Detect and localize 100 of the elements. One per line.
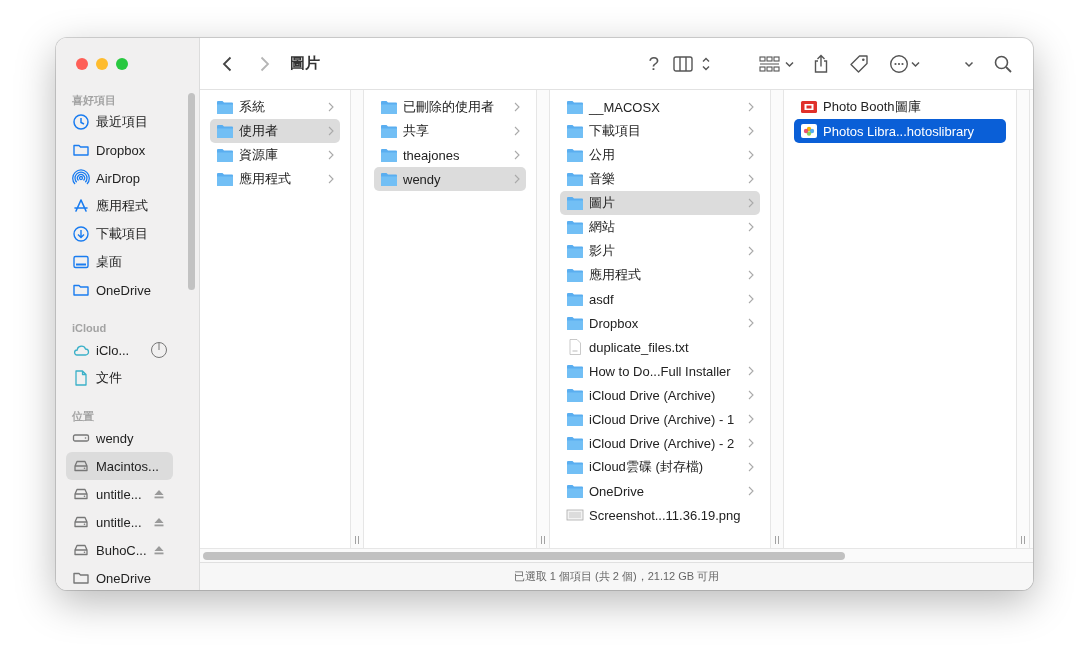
column-resize-handle[interactable] bbox=[540, 536, 546, 544]
file-row[interactable]: iCloud雲碟 (封存檔) bbox=[560, 455, 760, 479]
window-title: 圖片 bbox=[290, 54, 320, 73]
clock-icon bbox=[72, 113, 90, 131]
file-row[interactable]: How to Do...Full Installer bbox=[560, 359, 760, 383]
minimize-button[interactable] bbox=[96, 58, 108, 70]
sidebar-item[interactable]: 下載項目 bbox=[66, 220, 173, 248]
file-row[interactable]: 應用程式 bbox=[560, 263, 760, 287]
chevron-right-icon bbox=[748, 174, 754, 184]
folder-icon bbox=[566, 171, 584, 187]
file-row[interactable]: duplicate_files.txt bbox=[560, 335, 760, 359]
file-row[interactable]: Dropbox bbox=[560, 311, 760, 335]
chevron-right-icon bbox=[748, 462, 754, 472]
sidebar-item[interactable]: BuhoC... bbox=[66, 536, 173, 564]
sidebar-item[interactable]: Dropbox bbox=[66, 136, 173, 164]
eject-icon[interactable] bbox=[153, 488, 165, 500]
chevron-right-icon bbox=[748, 198, 754, 208]
sidebar-item[interactable]: Macintos... bbox=[66, 452, 173, 480]
file-row[interactable]: 應用程式 bbox=[210, 167, 340, 191]
file-row[interactable]: 下載項目 bbox=[560, 119, 760, 143]
file-row[interactable]: 共享 bbox=[374, 119, 526, 143]
file-row[interactable]: 系統 bbox=[210, 95, 340, 119]
sidebar-item[interactable]: OneDrive bbox=[66, 564, 173, 590]
chevron-right-icon bbox=[748, 414, 754, 424]
photo-booth-icon bbox=[800, 99, 818, 115]
chevron-right-icon bbox=[748, 246, 754, 256]
chevron-right-icon bbox=[748, 126, 754, 136]
search-icon[interactable] bbox=[993, 53, 1013, 74]
tag-icon[interactable] bbox=[849, 53, 869, 74]
file-row[interactable]: Photos Libra...hotoslibrary bbox=[794, 119, 1006, 143]
folder-icon bbox=[216, 147, 234, 163]
chevron-right-icon bbox=[748, 222, 754, 232]
chevron-right-icon bbox=[748, 390, 754, 400]
folder-icon bbox=[216, 99, 234, 115]
folder-icon bbox=[566, 387, 584, 403]
text-file-icon bbox=[566, 339, 584, 355]
desktop-icon bbox=[72, 253, 90, 271]
file-row[interactable]: Photo Booth圖庫 bbox=[794, 95, 1006, 119]
sidebar-item[interactable]: AirDrop bbox=[66, 164, 173, 192]
scrollbar-thumb[interactable] bbox=[188, 93, 195, 290]
file-row[interactable]: 已刪除的使用者 bbox=[374, 95, 526, 119]
folder-icon bbox=[566, 195, 584, 211]
chevron-right-icon bbox=[514, 102, 520, 112]
column-resize-handle[interactable] bbox=[774, 536, 780, 544]
file-row[interactable]: asdf bbox=[560, 287, 760, 311]
sidebar-item[interactable]: untitle... bbox=[66, 508, 173, 536]
file-row[interactable]: 使用者 bbox=[210, 119, 340, 143]
sidebar-item[interactable]: OneDrive bbox=[66, 276, 173, 304]
sidebar-item[interactable]: 文件 bbox=[66, 364, 173, 392]
sidebar-item[interactable]: 應用程式 bbox=[66, 192, 173, 220]
chevron-right-icon bbox=[514, 174, 520, 184]
help-button[interactable]: ? bbox=[648, 52, 659, 75]
section-heading: iCloud bbox=[71, 321, 108, 336]
airdrop-icon bbox=[72, 169, 90, 187]
file-row[interactable]: Screenshot...11.36.19.png bbox=[560, 503, 760, 527]
folder-icon bbox=[380, 171, 398, 187]
file-row[interactable]: 圖片 bbox=[560, 191, 760, 215]
chevron-right-icon bbox=[514, 126, 520, 136]
sidebar-item[interactable]: 最近項目 bbox=[66, 108, 173, 136]
folder-icon bbox=[566, 483, 584, 499]
file-row[interactable]: 音樂 bbox=[560, 167, 760, 191]
chevron-right-icon bbox=[748, 102, 754, 112]
file-row[interactable]: wendy bbox=[374, 167, 526, 191]
folder-icon bbox=[566, 123, 584, 139]
folder-icon bbox=[566, 459, 584, 475]
eject-icon[interactable] bbox=[153, 544, 165, 556]
sidebar-item[interactable]: iClo... bbox=[66, 336, 173, 364]
file-row[interactable]: 資源庫 bbox=[210, 143, 340, 167]
column-resize-handle[interactable] bbox=[354, 536, 360, 544]
folder-icon bbox=[216, 123, 234, 139]
sidebar-item[interactable]: untitle... bbox=[66, 480, 173, 508]
file-row[interactable]: theajones bbox=[374, 143, 526, 167]
download-icon bbox=[72, 225, 90, 243]
sidebar-item[interactable]: wendy bbox=[66, 424, 173, 452]
image-file-icon bbox=[566, 507, 584, 523]
chevron-right-icon bbox=[328, 102, 334, 112]
eject-icon[interactable] bbox=[153, 516, 165, 528]
column-resize-handle[interactable] bbox=[1020, 536, 1026, 544]
file-row[interactable]: OneDrive bbox=[560, 479, 760, 503]
file-row[interactable]: 公用 bbox=[560, 143, 760, 167]
chevron-right-icon bbox=[748, 486, 754, 496]
file-row[interactable]: 影片 bbox=[560, 239, 760, 263]
folder-icon bbox=[380, 147, 398, 163]
progress-indicator bbox=[150, 341, 168, 359]
file-row[interactable]: __MACOSX bbox=[560, 95, 760, 119]
section-heading: 喜好項目 bbox=[71, 93, 117, 108]
file-row[interactable]: iCloud Drive (Archive) - 1 bbox=[560, 407, 760, 431]
file-row[interactable]: iCloud Drive (Archive) - 2 bbox=[560, 431, 760, 455]
file-row[interactable]: 網站 bbox=[560, 215, 760, 239]
scrollbar-thumb[interactable] bbox=[203, 551, 845, 560]
close-button[interactable] bbox=[76, 58, 88, 70]
folder-icon bbox=[566, 435, 584, 451]
zoom-button[interactable] bbox=[116, 58, 128, 70]
file-row[interactable]: iCloud Drive (Archive) bbox=[560, 383, 760, 407]
folder-icon bbox=[566, 291, 584, 307]
chevron-right-icon bbox=[514, 150, 520, 160]
sidebar-item[interactable]: 桌面 bbox=[66, 248, 173, 276]
folder-icon bbox=[566, 219, 584, 235]
folder-icon bbox=[380, 123, 398, 139]
chevron-right-icon bbox=[748, 270, 754, 280]
